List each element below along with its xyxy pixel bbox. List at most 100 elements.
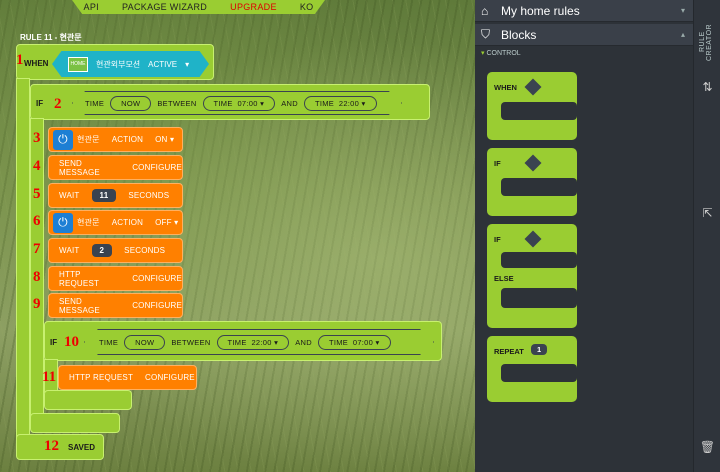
between-label: BETWEEN (157, 98, 197, 108)
start-time-label: TIME (227, 337, 247, 347)
configure-link[interactable]: CONFIGURE (132, 301, 182, 310)
chevron-down-icon: ▾ (185, 59, 190, 69)
palette-if-label: IF (494, 159, 501, 168)
menu-package-wizard[interactable]: PACKAGE WIZARD (122, 2, 207, 12)
swap-icon[interactable]: ⇅ (694, 80, 720, 94)
wait-label: WAIT (59, 246, 80, 255)
start-time-value: 22:00 (251, 337, 272, 347)
menu-language[interactable]: KO (300, 2, 314, 12)
tag-icon: ⛉ (481, 27, 491, 41)
end-time-label: TIME (314, 98, 335, 108)
time-condition-1-content: TIME NOW BETWEEN TIME 07:00 ▾ AND TIME 2… (85, 95, 395, 111)
wait-block[interactable]: WAIT 2 SECONDS (48, 238, 183, 263)
step-number: 8 (33, 269, 41, 285)
time-now-field[interactable]: NOW (110, 95, 152, 111)
time-now-field[interactable]: NOW (124, 334, 166, 350)
export-icon[interactable]: ⇱ (694, 206, 720, 220)
step-number: 11 (42, 369, 57, 385)
and-label: AND (295, 337, 312, 347)
palette-if-else-label: IF (494, 235, 501, 244)
configure-link[interactable]: CONFIGURE (132, 163, 182, 172)
device-action-on[interactable]: ⏻ 현관문 ACTION ON ▾ (48, 127, 183, 152)
palette-if-else-block[interactable]: IF ELSE (487, 224, 577, 328)
step-number: 12 (44, 438, 59, 454)
control-section-text: CONTROL (486, 50, 521, 57)
time-label: TIME (85, 98, 105, 108)
if-block-1-foot (30, 413, 120, 433)
trigger-device[interactable]: HOME 현관외부모션 ACTIVE ▾ (52, 51, 209, 77)
end-time-value: 07:00 (352, 337, 374, 347)
http-request-label: HTTP REQUEST (69, 373, 134, 382)
if-label-2: IF (50, 338, 58, 347)
repeat-count-input[interactable]: 1 (531, 344, 548, 355)
trigger-device-name: 현관외부모션 (96, 59, 141, 69)
palette-else-label: ELSE (494, 274, 514, 283)
rule-canvas[interactable]: API PACKAGE WIZARD UPGRADE KO RULE 11 - … (0, 0, 475, 472)
device-name: 현관문 (77, 218, 100, 227)
menu-upgrade[interactable]: UPGRADE (230, 2, 277, 12)
http-request-label: HTTP REQUEST (59, 269, 100, 288)
end-time-value: 22:00 (338, 98, 360, 108)
step-number: 3 (33, 130, 41, 146)
trigger-state: ACTIVE (148, 59, 178, 69)
trash-icon[interactable]: 🗑 (694, 440, 720, 454)
action-label: ACTION (111, 218, 144, 227)
my-rules-header[interactable]: ⌂ My home rules ▾ (475, 0, 693, 22)
send-message-block[interactable]: SEND MESSAGE CONFIGURE (48, 155, 183, 180)
step-number: 4 (33, 158, 41, 174)
device-door-icon: HOME (68, 56, 88, 72)
condition-slot (524, 154, 542, 172)
when-block-spine (16, 78, 30, 438)
step-number: 9 (33, 296, 41, 312)
start-time-label: TIME (213, 98, 233, 108)
statement-slot (501, 102, 577, 120)
action-value[interactable]: OFF ▾ (155, 218, 178, 227)
blocks-header[interactable]: ⛉ Blocks ▴ (475, 24, 693, 46)
top-menu: API PACKAGE WIZARD UPGRADE KO (72, 0, 325, 14)
between-label: BETWEEN (171, 337, 211, 347)
time-label: TIME (99, 337, 119, 347)
right-sidebar: RULE CREATOR ⇅ ⇱ 🗑 (693, 0, 720, 472)
wait-seconds-input[interactable]: 11 (91, 189, 117, 202)
device-action-off[interactable]: ⏻ 현관문 ACTION OFF ▾ (48, 210, 183, 235)
my-rules-title: My home rules (501, 3, 580, 18)
wait-seconds-input[interactable]: 2 (91, 244, 113, 257)
wait-block[interactable]: WAIT 11 SECONDS (48, 183, 183, 208)
menu-api[interactable]: API (84, 2, 99, 12)
send-message-label: SEND MESSAGE (59, 296, 100, 315)
palette-when-label: WHEN (494, 83, 517, 92)
action-value[interactable]: ON ▾ (155, 135, 174, 144)
rule-creator-tab[interactable]: RULE CREATOR (699, 12, 713, 72)
palette-repeat-block[interactable]: REPEAT 1 (487, 336, 577, 402)
send-message-block[interactable]: SEND MESSAGE CONFIGURE (48, 293, 183, 318)
saved-label: SAVED (68, 443, 95, 452)
chevron-up-icon: ▴ (680, 30, 685, 39)
step-number: 1 (16, 52, 24, 68)
blocks-title: Blocks (501, 27, 537, 42)
step-number: 6 (33, 213, 41, 229)
palette-if-block[interactable]: IF (487, 148, 577, 216)
chevron-down-icon: ▾ (680, 6, 685, 15)
end-time-field[interactable]: TIME 22:00 ▾ (303, 95, 377, 111)
statement-slot (501, 178, 577, 196)
end-time-label: TIME (328, 337, 349, 347)
configure-link[interactable]: CONFIGURE (145, 373, 195, 382)
http-request-block[interactable]: HTTP REQUEST CONFIGURE (58, 365, 197, 390)
step-number: 5 (33, 186, 41, 202)
start-time-field[interactable]: TIME 07:00 ▾ (202, 95, 276, 111)
http-request-block[interactable]: HTTP REQUEST CONFIGURE (48, 266, 183, 291)
power-icon: ⏻ (53, 212, 73, 233)
if-label-1: IF (36, 99, 44, 108)
control-section-label[interactable]: ▾ CONTROL (481, 49, 521, 57)
statement-slot (501, 252, 577, 268)
configure-link[interactable]: CONFIGURE (132, 274, 182, 283)
step-number: 2 (54, 96, 62, 112)
wait-label: WAIT (59, 191, 80, 200)
step-number: 10 (64, 334, 79, 350)
if-block-2-foot (44, 390, 132, 410)
end-time-field[interactable]: TIME 07:00 ▾ (317, 334, 391, 350)
palette-when-block[interactable]: WHEN (487, 72, 577, 140)
start-time-field[interactable]: TIME 22:00 ▾ (216, 334, 290, 350)
start-time-value: 07:00 (237, 98, 258, 108)
send-message-label: SEND MESSAGE (59, 158, 100, 177)
